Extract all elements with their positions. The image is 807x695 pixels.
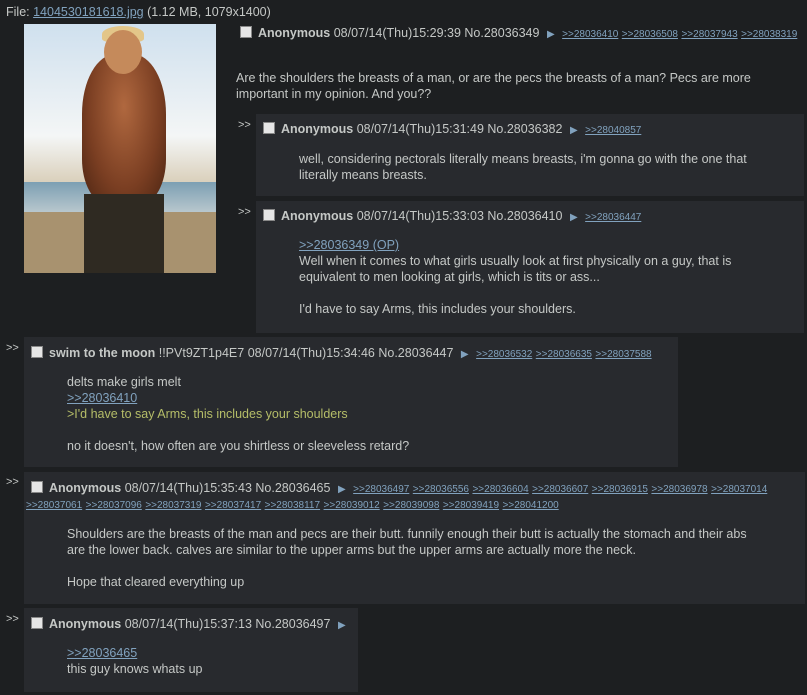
op-backlink[interactable]: >>28038319 <box>741 29 797 40</box>
reply-backlink[interactable]: >>28036447 <box>585 212 641 223</box>
op-backlink[interactable]: >>28036410 <box>562 29 618 40</box>
reply-backlink[interactable]: >>28040857 <box>585 125 641 136</box>
reply-name: Anonymous <box>281 209 354 223</box>
reply-arrow: >> <box>6 613 19 625</box>
reply-name: Anonymous <box>49 481 122 495</box>
op-backlink[interactable]: >>28037943 <box>681 29 737 40</box>
reply-backlink[interactable]: >>28039419 <box>443 500 499 511</box>
reply-checkbox[interactable] <box>31 617 43 629</box>
reply-arrow: >> <box>238 119 251 131</box>
reply-message: delts make girls melt >>28036410 >I'd ha… <box>67 374 667 454</box>
quote-link[interactable]: >>28036410 <box>67 390 667 406</box>
reply-name: Anonymous <box>49 617 122 631</box>
reply-datetime: 08/07/14(Thu)15:37:13 <box>124 617 252 631</box>
op-thumbnail[interactable] <box>24 24 216 273</box>
reply-backlink[interactable]: >>28037061 <box>26 500 82 511</box>
reply-post-number[interactable]: No.28036447 <box>378 346 453 360</box>
reply-datetime: 08/07/14(Thu)15:33:03 <box>356 209 484 223</box>
reply-post: Anonymous 08/07/14(Thu)15:35:43 No.28036… <box>24 472 805 604</box>
reply-backlink[interactable]: >>28036497 <box>353 484 409 495</box>
reply-header: swim to the moon !!PVt9ZT1p4E7 08/07/14(… <box>31 345 679 363</box>
reply-backlink[interactable]: >>28039012 <box>324 500 380 511</box>
reply-arrow: >> <box>6 476 19 488</box>
reply-backlink[interactable]: >>28039098 <box>383 500 439 511</box>
reply-backlink[interactable]: >>28036915 <box>592 484 648 495</box>
op-datetime: 08/07/14(Thu)15:29:39 <box>333 26 461 40</box>
reply-menu-triangle-icon[interactable]: ▶ <box>338 620 346 631</box>
reply-menu-triangle-icon[interactable]: ▶ <box>338 484 346 495</box>
reply-text: Hope that cleared everything up <box>67 575 245 589</box>
reply-message: well, considering pectorals literally me… <box>299 152 747 182</box>
reply-backlink[interactable]: >>28041200 <box>503 500 559 511</box>
reply-backlink[interactable]: >>28036532 <box>476 349 532 360</box>
reply-message: >>28036349 (OP) Well when it comes to wh… <box>299 237 789 317</box>
reply-menu-triangle-icon[interactable]: ▶ <box>461 349 469 360</box>
reply-post-number[interactable]: No.28036465 <box>255 481 330 495</box>
reply-post-number[interactable]: No.28036382 <box>487 122 562 136</box>
reply-message: Shoulders are the breasts of the man and… <box>67 526 767 590</box>
reply-backlink[interactable]: >>28038117 <box>265 500 320 511</box>
file-prefix: File: <box>6 5 34 19</box>
quote-link[interactable]: >>28036465 <box>67 645 347 661</box>
reply-text: I'd have to say Arms, this includes your… <box>299 302 576 316</box>
reply-text: Well when it comes to what girls usually… <box>299 254 732 284</box>
reply-post-number[interactable]: No.28036497 <box>255 617 330 631</box>
reply-backlink[interactable]: >>28036635 <box>536 349 592 360</box>
reply-header: Anonymous 08/07/14(Thu)15:31:49 No.28036… <box>263 121 803 139</box>
reply-arrow: >> <box>238 206 251 218</box>
reply-menu-triangle-icon[interactable]: ▶ <box>570 212 578 223</box>
reply-name: swim to the moon <box>49 346 156 360</box>
reply-backlink[interactable]: >>28037319 <box>145 500 201 511</box>
reply-backlink[interactable]: >>28036604 <box>472 484 528 495</box>
reply-text: this guy knows whats up <box>67 662 203 676</box>
reply-checkbox[interactable] <box>31 481 43 493</box>
op-post-number[interactable]: No.28036349 <box>464 26 539 40</box>
reply-checkbox[interactable] <box>31 346 43 358</box>
greentext: >I'd have to say Arms, this includes you… <box>67 407 348 421</box>
reply-text: delts make girls melt <box>67 375 181 389</box>
reply-header: Anonymous 08/07/14(Thu)15:33:03 No.28036… <box>263 208 803 226</box>
reply-backlink[interactable]: >>28037014 <box>711 484 767 495</box>
file-link[interactable]: 1404530181618.jpg <box>33 5 144 19</box>
op-checkbox[interactable] <box>240 26 252 38</box>
reply-backlink[interactable]: >>28036607 <box>532 484 588 495</box>
reply-backlink-row: >>28037061 >>28037096 >>28037319 >>28037… <box>26 496 802 514</box>
reply-backlink[interactable]: >>28036556 <box>413 484 469 495</box>
quote-link[interactable]: >>28036349 (OP) <box>299 237 789 253</box>
reply-backlink[interactable]: >>28037588 <box>595 349 651 360</box>
reply-backlink[interactable]: >>28037417 <box>205 500 261 511</box>
reply-backlink[interactable]: >>28037096 <box>86 500 142 511</box>
op-menu-triangle-icon[interactable]: ▶ <box>547 29 555 40</box>
reply-post-number[interactable]: No.28036410 <box>487 209 562 223</box>
reply-datetime: 08/07/14(Thu)15:31:49 <box>356 122 484 136</box>
reply-post: Anonymous 08/07/14(Thu)15:37:13 No.28036… <box>24 608 358 692</box>
op-message: Are the shoulders the breasts of a man, … <box>236 71 751 101</box>
file-info: File: 1404530181618.jpg (1.12 MB, 1079x1… <box>6 5 271 19</box>
op-name: Anonymous <box>258 26 331 40</box>
reply-arrow: >> <box>6 342 19 354</box>
reply-tripcode: !!PVt9ZT1p4E7 <box>158 346 245 360</box>
reply-text: no it doesn't, how often are you shirtle… <box>67 439 410 453</box>
reply-post: Anonymous 08/07/14(Thu)15:33:03 No.28036… <box>256 201 804 333</box>
reply-datetime: 08/07/14(Thu)15:35:43 <box>124 481 252 495</box>
op-backlink[interactable]: >>28036508 <box>622 29 678 40</box>
reply-text: Shoulders are the breasts of the man and… <box>67 527 747 557</box>
reply-checkbox[interactable] <box>263 209 275 221</box>
reply-menu-triangle-icon[interactable]: ▶ <box>570 125 578 136</box>
reply-backlink[interactable]: >>28036978 <box>651 484 707 495</box>
reply-datetime: 08/07/14(Thu)15:34:46 <box>247 346 375 360</box>
reply-checkbox[interactable] <box>263 122 275 134</box>
reply-post: swim to the moon !!PVt9ZT1p4E7 08/07/14(… <box>24 337 678 467</box>
op-header: Anonymous 08/07/14(Thu)15:29:39 No.28036… <box>240 25 800 43</box>
reply-post: Anonymous 08/07/14(Thu)15:31:49 No.28036… <box>256 114 804 196</box>
reply-header: Anonymous 08/07/14(Thu)15:37:13 No.28036… <box>31 616 357 634</box>
file-meta: (1.12 MB, 1079x1400) <box>143 5 271 19</box>
reply-name: Anonymous <box>281 122 354 136</box>
reply-message: >>28036465 this guy knows whats up <box>67 645 347 677</box>
